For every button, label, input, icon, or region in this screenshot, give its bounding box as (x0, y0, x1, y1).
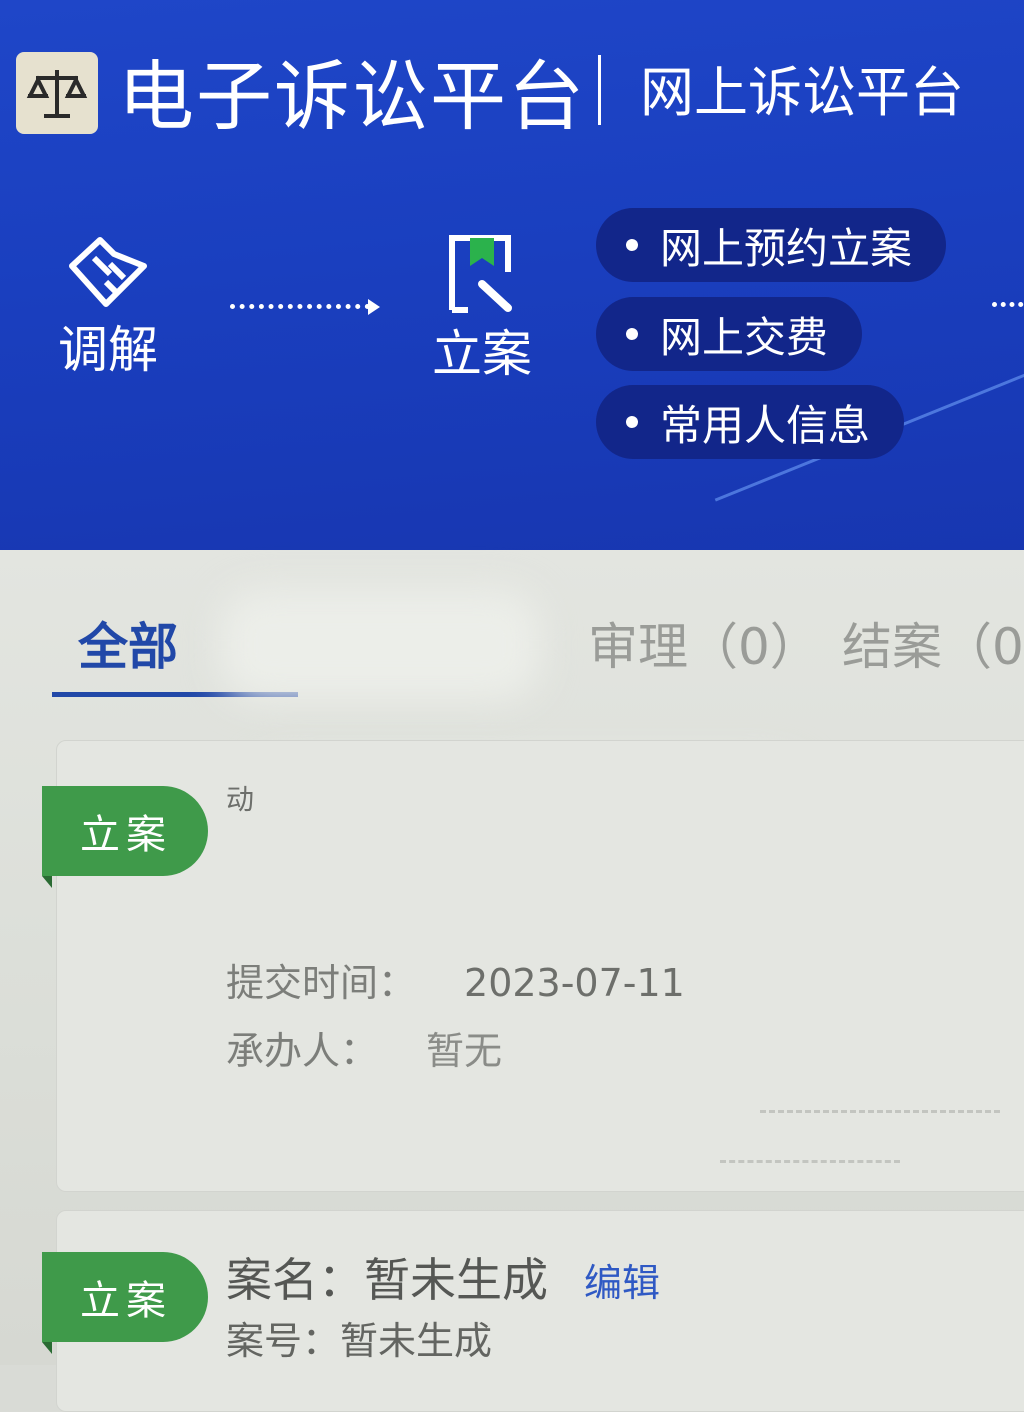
case-name-label: 案名： (226, 1253, 364, 1307)
platform-title: 电子诉讼平台 (118, 52, 586, 141)
step-filing-label: 立案 (432, 325, 532, 383)
case-number-value: 暂未生成 (340, 1319, 493, 1363)
quick-link-frequent-contacts[interactable]: 常用人信息 (596, 385, 905, 459)
quick-link-label: 网上预约立案 (660, 223, 913, 273)
case-number-label: 案号： (226, 1319, 341, 1363)
platform-header: 电子诉讼平台 网上诉讼平台 调解 立案 网上预约立案 网上交费 常用人信息 (0, 0, 1024, 560)
step-connector-dots-next (992, 302, 1024, 307)
submit-time-label: 提交时间： (226, 961, 417, 1005)
filing-flag-icon (449, 235, 512, 313)
step-mediation-label: 调解 (58, 321, 158, 379)
edit-case-name-link[interactable]: 编辑 (584, 1261, 660, 1305)
redacted-region (220, 590, 540, 700)
quick-link-label: 网上交费 (660, 312, 829, 362)
handler-row: 承办人： 暂无 (226, 1026, 502, 1076)
tab-hearing[interactable]: 审理（0） (588, 612, 820, 682)
divider-dashed (720, 1160, 900, 1163)
sub-title: 网上诉讼平台 (640, 61, 964, 124)
title-divider (598, 55, 601, 125)
tab-all[interactable]: 全部 (78, 612, 178, 682)
step-mediation[interactable]: 调解 (58, 232, 158, 380)
bullet-dot (626, 239, 638, 251)
case-text-fragment: 动 (226, 783, 255, 816)
scales-icon-svg (26, 70, 88, 118)
quick-link-online-payment[interactable]: 网上交费 (596, 297, 863, 371)
tab-closed[interactable]: 结案（0 (842, 612, 1024, 682)
status-badge: 立案 (42, 786, 208, 888)
submit-time-row: 提交时间： 2023-07-11 (226, 958, 685, 1008)
handler-label: 承办人： (226, 1029, 379, 1073)
case-name-row: 案名：暂未生成 编辑 (226, 1244, 660, 1310)
case-number-row: 案号：暂未生成 (226, 1310, 492, 1365)
quick-link-label: 常用人信息 (660, 400, 871, 450)
step-filing[interactable]: 立案 (432, 232, 532, 384)
quick-link-online-appointment-filing[interactable]: 网上预约立案 (596, 208, 947, 282)
case-list-panel: 全部 审理（0） 结案（0 立案 动 提交时间： 2023-07-11 承办人： 暂… (0, 550, 1024, 1412)
bullet-dot (626, 416, 638, 428)
divider-dashed (760, 1110, 1000, 1113)
step-connector-arrow (368, 299, 380, 315)
bullet-dot (626, 328, 638, 340)
case-name-value: 暂未生成 (364, 1253, 548, 1307)
status-badge: 立案 (42, 1252, 208, 1354)
scales-of-justice-icon (16, 52, 98, 134)
handler-value: 暂无 (426, 1029, 503, 1073)
handshake-icon (69, 237, 147, 307)
step-connector-dots (230, 304, 370, 309)
submit-time-value: 2023-07-11 (464, 961, 685, 1005)
